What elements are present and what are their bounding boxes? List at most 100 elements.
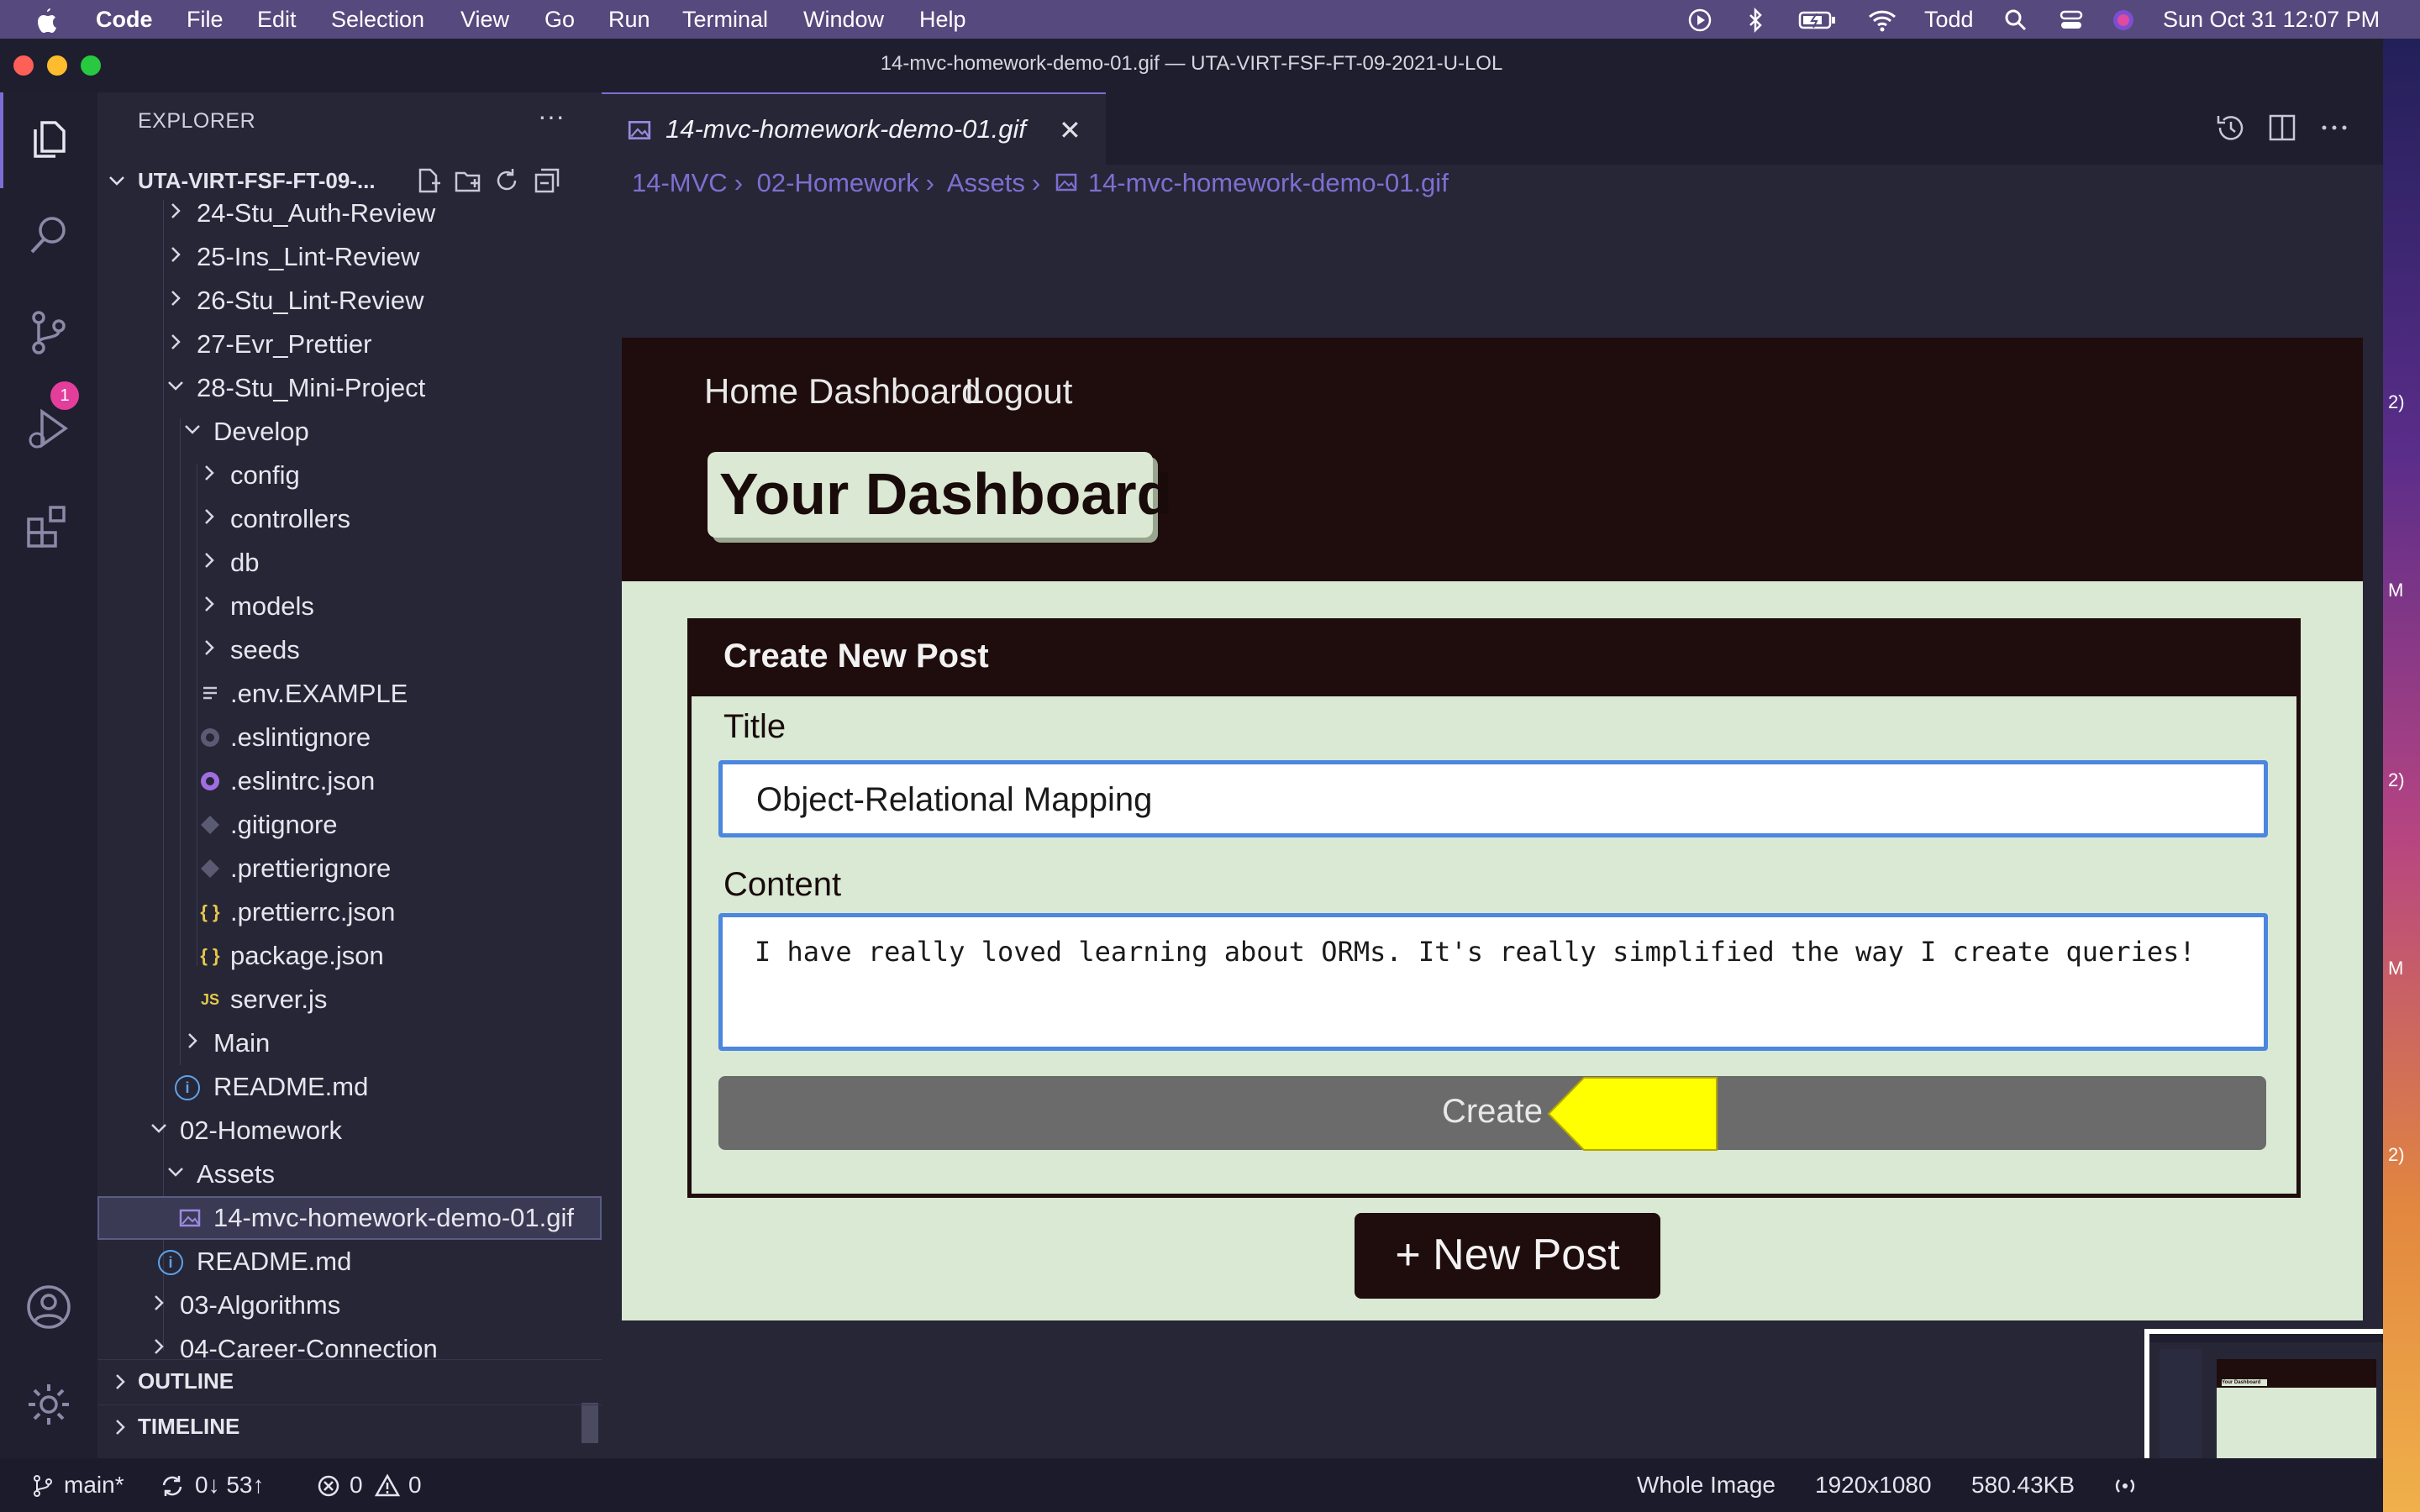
spotlight-search-icon[interactable] (2003, 8, 2028, 33)
tree-file[interactable]: .eslintignore (97, 716, 602, 759)
error-icon[interactable] (316, 1473, 341, 1499)
siri-icon[interactable] (2111, 8, 2136, 33)
tree-file[interactable]: { } package.json (97, 934, 602, 978)
sync-status[interactable]: 0↓ 53↑ (195, 1472, 265, 1499)
git-branch-icon (34, 1475, 52, 1497)
chevron-right-icon (171, 203, 181, 218)
menu-window[interactable]: Window (803, 7, 884, 33)
menu-file[interactable]: File (187, 7, 224, 33)
json-file-icon: { } (200, 901, 220, 922)
tree-item-label: Develop (213, 417, 309, 446)
tree-file[interactable]: .eslintrc.json (97, 759, 602, 803)
tree-folder[interactable]: seeds (97, 628, 602, 672)
menu-terminal[interactable]: Terminal (682, 7, 768, 33)
nav-logout-link[interactable]: Logout (965, 371, 1072, 412)
wifi-icon[interactable] (1867, 8, 1897, 33)
history-icon[interactable] (2213, 111, 2247, 144)
explorer-icon[interactable] (24, 114, 74, 165)
tree-folder[interactable]: 25-Ins_Lint-Review (97, 235, 602, 279)
breadcrumb-item[interactable]: 02-Homework (757, 168, 919, 197)
tree-item-label: 02-Homework (180, 1116, 342, 1145)
menu-app-name[interactable]: Code (96, 7, 153, 33)
menu-selection[interactable]: Selection (331, 7, 424, 33)
prettier-icon (201, 859, 219, 878)
chevron-right-icon (205, 640, 214, 655)
tree-folder-open[interactable]: 02-Homework (97, 1109, 602, 1152)
content-textarea[interactable]: I have really loved learning about ORMs.… (718, 913, 2268, 1051)
apple-icon[interactable] (34, 5, 59, 34)
run-debug-icon[interactable] (24, 403, 74, 454)
error-count[interactable]: 0 (350, 1472, 363, 1499)
collapse-all-icon[interactable] (533, 166, 561, 195)
tree-file[interactable]: { } .prettierrc.json (97, 890, 602, 934)
workspace-root-row[interactable]: UTA-VIRT-FSF-FT-09-... (97, 161, 602, 198)
image-file-icon (179, 1209, 201, 1227)
new-folder-icon[interactable] (454, 166, 482, 195)
chevron-right-icon (171, 291, 181, 306)
tree-file[interactable]: .gitignore (97, 803, 602, 847)
outline-section[interactable]: OUTLINE (97, 1359, 602, 1403)
menu-view[interactable]: View (460, 7, 509, 33)
title-input[interactable]: Object-Relational Mapping (718, 760, 2268, 837)
refresh-icon[interactable] (492, 166, 521, 195)
explorer-more-button[interactable]: ··· (538, 101, 565, 132)
breadcrumb-item[interactable]: 14-mvc-homework-demo-01.gif (1088, 168, 1449, 197)
git-branch[interactable]: main* (64, 1472, 124, 1499)
more-actions-icon[interactable] (2317, 111, 2351, 144)
new-file-icon[interactable] (413, 166, 442, 195)
tree-item-label: models (230, 591, 314, 621)
tree-file[interactable]: i README.md (97, 1240, 602, 1284)
tree-folder[interactable]: 27-Evr_Prettier (97, 323, 602, 366)
source-control-icon[interactable] (24, 307, 74, 358)
eslint-icon (201, 728, 219, 747)
status-bar: main* 0↓ 53↑ 0 0 Whole Image 1920x1080 5… (0, 1458, 2383, 1512)
tree-file[interactable]: JS server.js (97, 978, 602, 1021)
timeline-section[interactable]: TIMELINE (97, 1404, 602, 1448)
broadcast-icon[interactable] (2112, 1473, 2138, 1499)
nav-home-link[interactable]: Home (704, 371, 798, 412)
tab-active[interactable]: 14-mvc-homework-demo-01.gif ✕ (602, 92, 1106, 165)
menu-go[interactable]: Go (544, 7, 575, 33)
tree-folder[interactable]: 24-Stu_Auth-Review (97, 200, 602, 235)
breadcrumb-item[interactable]: Assets (947, 168, 1025, 197)
new-post-button[interactable]: + New Post (1355, 1213, 1660, 1299)
create-button[interactable]: Create (718, 1076, 2266, 1150)
menu-datetime[interactable]: Sun Oct 31 12:07 PM (2163, 7, 2380, 33)
play-circle-icon[interactable] (1687, 8, 1712, 33)
tree-folder[interactable]: 03-Algorithms (97, 1284, 602, 1327)
extensions-icon[interactable] (24, 501, 74, 551)
nav-dashboard-link[interactable]: Dashboard (808, 371, 981, 412)
menu-run[interactable]: Run (608, 7, 650, 33)
tree-folder[interactable]: 26-Stu_Lint-Review (97, 279, 602, 323)
menu-user-name[interactable]: Todd (1924, 7, 1974, 33)
tree-file[interactable]: .env.EXAMPLE (97, 672, 602, 716)
menu-edit[interactable]: Edit (257, 7, 297, 33)
tree-file[interactable]: .prettierignore (97, 847, 602, 890)
tree-folder[interactable]: Main (97, 1021, 602, 1065)
tree-folder[interactable]: config (97, 454, 602, 497)
sync-icon[interactable] (160, 1473, 185, 1499)
tree-folder[interactable]: controllers (97, 497, 602, 541)
gif-preview: Home Dashboard Logout Your Dashboard Cre… (622, 338, 2363, 1320)
tree-folder-open[interactable]: 28-Stu_Mini-Project (97, 366, 602, 410)
search-icon[interactable] (24, 210, 74, 260)
account-icon[interactable] (24, 1282, 74, 1332)
tree-folder[interactable]: models (97, 585, 602, 628)
warning-count[interactable]: 0 (408, 1472, 422, 1499)
tree-folder-open[interactable]: Assets (97, 1152, 602, 1196)
breadcrumb-separator: › (1031, 168, 1041, 197)
tree-file[interactable]: i README.md (97, 1065, 602, 1109)
bluetooth-icon[interactable] (1743, 8, 1768, 33)
control-center-icon[interactable] (2059, 8, 2084, 33)
tree-folder[interactable]: db (97, 541, 602, 585)
tree-folder-open[interactable]: Develop (97, 410, 602, 454)
tree-file-selected[interactable]: 14-mvc-homework-demo-01.gif (97, 1196, 602, 1240)
tab-close-icon[interactable]: ✕ (1059, 114, 1081, 146)
split-editor-icon[interactable] (2265, 111, 2299, 144)
settings-gear-icon[interactable] (24, 1379, 74, 1430)
image-mode[interactable]: Whole Image (1637, 1472, 1776, 1499)
warning-icon[interactable] (375, 1473, 400, 1499)
battery-icon[interactable] (1798, 8, 1837, 33)
menu-help[interactable]: Help (919, 7, 966, 33)
breadcrumb-item[interactable]: 14-MVC (632, 168, 728, 197)
